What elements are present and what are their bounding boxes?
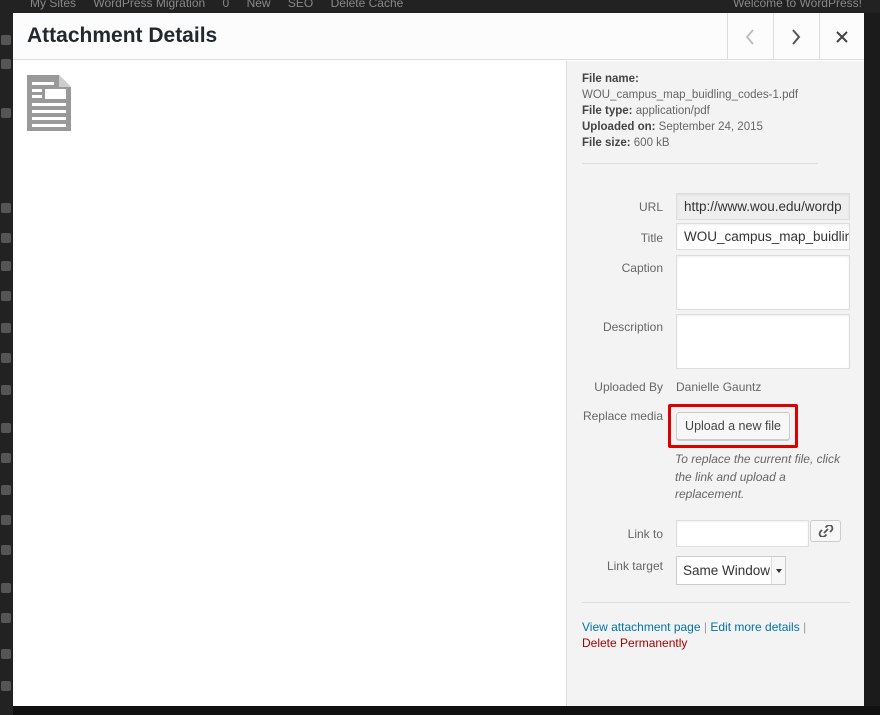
file-info: File name: WOU_campus_map_buidling_codes… [582, 71, 798, 151]
file-size-label: File size: [582, 137, 631, 149]
admin-bar-seo[interactable]: SEO [288, 0, 313, 10]
admin-bar: My Sites WordPress Migration 0 New SEO D… [0, 0, 880, 13]
uploaded-on-value: September 24, 2015 [658, 121, 763, 133]
file-size-value: 600 kB [633, 137, 670, 149]
close-icon [836, 30, 848, 43]
uploaded-on-label: Uploaded on: [582, 121, 656, 133]
caption-label: Caption [621, 261, 663, 275]
link-to-label: Link to [627, 527, 663, 541]
uploaded-by-value: Danielle Gauntz [676, 380, 762, 394]
uploaded-by-label: Uploaded By [594, 380, 663, 394]
link-to-field[interactable] [676, 520, 809, 547]
dropdown-arrow-icon [771, 557, 785, 584]
divider [582, 602, 850, 603]
chevron-right-icon [792, 28, 801, 45]
link-target-label: Link target [606, 559, 663, 573]
replace-hint: To replace the current file, click the l… [675, 452, 840, 501]
admin-bar-greeting[interactable]: Welcome to WordPress! [733, 0, 862, 10]
separator: | [703, 620, 707, 634]
view-attachment-page-link[interactable]: View attachment page [582, 620, 701, 634]
title-label: Title [640, 231, 663, 245]
backdrop [864, 13, 880, 715]
link-target-select[interactable]: Same Window [676, 556, 786, 585]
admin-bar-comments[interactable]: 0 [223, 0, 230, 10]
next-button[interactable] [773, 13, 818, 60]
admin-sidebar [0, 13, 13, 715]
admin-bar-my-sites[interactable]: My Sites [30, 0, 76, 10]
file-type-value: application/pdf [635, 105, 710, 117]
modal-header: Attachment Details [13, 13, 864, 60]
separator: | [803, 620, 807, 634]
divider [582, 163, 818, 164]
title-field[interactable]: WOU_campus_map_buidlin [676, 223, 850, 250]
link-target-value: Same Window [683, 563, 771, 578]
description-field[interactable] [676, 314, 850, 369]
file-type-label: File type: [582, 105, 633, 117]
insert-link-button[interactable] [810, 520, 841, 542]
delete-permanently-link[interactable]: Delete Permanently [582, 636, 687, 650]
caption-field[interactable] [676, 255, 850, 310]
attachment-sidebar: File name: WOU_campus_map_buidling_codes… [566, 61, 864, 706]
upload-new-file-button[interactable]: Upload a new file [676, 412, 790, 440]
admin-bar-site-name[interactable]: WordPress Migration [93, 0, 205, 10]
modal-title: Attachment Details [27, 24, 218, 47]
attachment-actions: View attachment page | Edit more details… [582, 619, 822, 651]
url-field[interactable]: http://www.wou.edu/wordp [676, 193, 850, 220]
replace-media-label: Replace media [582, 409, 663, 423]
admin-bar-delete-cache[interactable]: Delete Cache [331, 0, 404, 10]
admin-bar-new[interactable]: New [247, 0, 271, 10]
attachment-preview [13, 61, 566, 706]
previous-button[interactable] [727, 13, 772, 60]
chevron-left-icon [745, 28, 754, 45]
link-icon [818, 525, 833, 537]
edit-more-details-link[interactable]: Edit more details [710, 620, 799, 634]
close-button[interactable] [819, 13, 864, 60]
file-name-value: WOU_campus_map_buidling_codes-1.pdf [582, 89, 799, 101]
attachment-details-modal: Attachment Details File name: WOU_campus… [13, 13, 864, 706]
description-label: Description [602, 320, 663, 334]
backdrop-bottom [13, 706, 880, 715]
file-name-label: File name: [582, 73, 639, 85]
document-icon [27, 75, 71, 131]
url-label: URL [638, 200, 663, 214]
